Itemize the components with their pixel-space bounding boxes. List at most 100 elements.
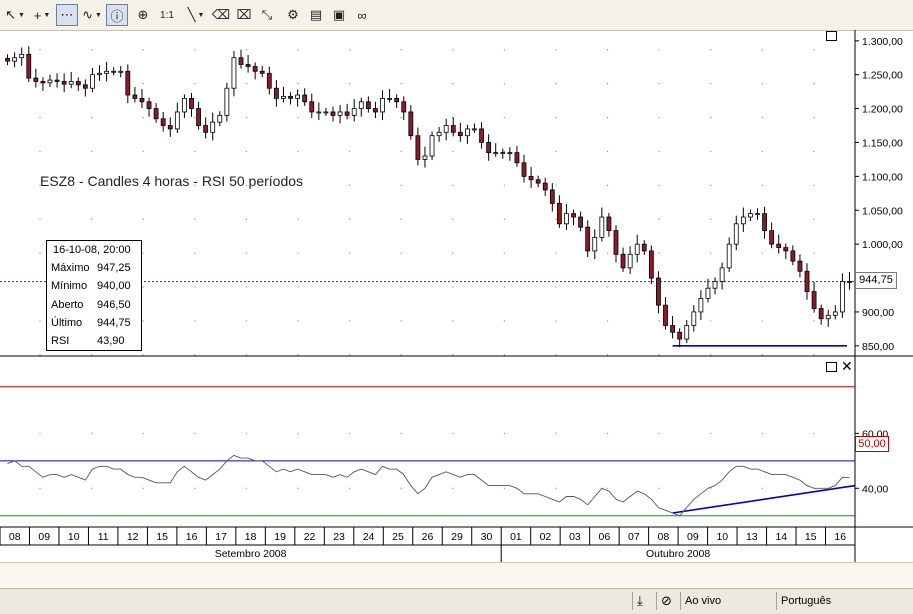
grid-dot	[348, 49, 351, 51]
grid-dot	[761, 286, 764, 288]
link-icon[interactable]: ⊘	[656, 592, 680, 610]
candle	[323, 107, 329, 117]
candle	[797, 254, 803, 278]
horizontal-scrollbar[interactable]	[0, 562, 913, 587]
candle	[238, 49, 244, 69]
candle-body	[698, 297, 704, 313]
indicator-tool-button[interactable]: ∿ ▼	[79, 4, 105, 26]
candle-body	[705, 287, 711, 299]
candle-body	[153, 108, 159, 120]
price-tick-label: 1.250,00	[862, 70, 903, 82]
candle-body	[394, 98, 400, 103]
line-tool-button[interactable]: ╲ ▼	[183, 4, 209, 26]
crosshair-tool-button[interactable]: + ▼	[29, 4, 55, 26]
candle	[670, 316, 675, 339]
candle-body	[75, 81, 81, 86]
objects-tool-button[interactable]: ⚙	[282, 4, 304, 26]
grid-dot	[194, 487, 196, 490]
candle	[97, 65, 102, 81]
candle	[733, 215, 739, 251]
crosshair-tool-icon: +	[33, 7, 42, 23]
grid-dot	[39, 150, 41, 153]
eraser-tool-button[interactable]: ⌫	[210, 4, 232, 26]
link-tool-button[interactable]: ∞	[351, 4, 373, 26]
candle-body	[266, 72, 272, 89]
candle-body	[189, 98, 194, 109]
candle-body	[762, 213, 767, 231]
maximize-rsi-panel-icon[interactable]	[826, 362, 837, 372]
candle-body	[571, 213, 576, 218]
grid-dot	[761, 252, 764, 254]
candle	[33, 68, 39, 88]
candle	[436, 126, 442, 142]
candle-body	[61, 81, 67, 85]
grid-dot	[245, 218, 248, 220]
candle	[351, 99, 357, 122]
info-tool-button[interactable]: ⓘ	[106, 4, 128, 26]
lock-icon[interactable]: ⤓	[632, 592, 656, 610]
grid-dot	[452, 320, 454, 322]
grid-dot	[710, 252, 712, 254]
candle	[634, 234, 640, 263]
grid-dot	[142, 320, 144, 322]
grid-dot	[813, 354, 815, 356]
candle-body	[380, 98, 385, 113]
candle	[47, 74, 53, 87]
close-rsi-panel-icon[interactable]: ✕	[841, 358, 853, 375]
date-label: 24	[363, 531, 375, 543]
candle	[422, 146, 428, 168]
candle	[132, 86, 138, 103]
grid-dot	[400, 218, 402, 220]
grid-dot	[503, 49, 506, 51]
candle	[40, 77, 46, 91]
grid-dot	[245, 49, 248, 51]
grid-dot	[297, 150, 299, 153]
candle-body	[351, 108, 357, 116]
zoom-tool-button[interactable]: ⊕	[132, 4, 154, 26]
eraser-all-button[interactable]: ⌧	[233, 4, 255, 26]
arrows-tool-button[interactable]: ⤡	[256, 4, 278, 26]
candle	[578, 211, 584, 232]
template-tool-button[interactable]: ▤	[305, 4, 327, 26]
candle	[231, 50, 237, 97]
zoom-reset-button[interactable]: 1:1	[155, 4, 179, 26]
grid-dot	[297, 286, 299, 288]
candle	[677, 328, 683, 348]
grid-tool-button[interactable]: ⋯	[56, 4, 78, 26]
candle-body	[564, 213, 569, 225]
candle-body	[847, 281, 852, 283]
grid-dot	[452, 150, 454, 153]
price-tick-label: 850,00	[862, 341, 894, 353]
price-tick-label: 1.200,00	[862, 104, 903, 116]
candle	[259, 65, 265, 78]
candle-body	[47, 79, 53, 84]
chevron-down-icon: ▼	[43, 11, 51, 19]
candle	[82, 79, 88, 97]
candle	[592, 229, 598, 260]
candle	[783, 243, 789, 260]
candle	[266, 66, 272, 95]
info-row: Último 944,75	[47, 314, 141, 332]
cursor-tool-button[interactable]: ↖ ▼	[2, 4, 28, 26]
date-label: 17	[215, 531, 227, 543]
grid-dot	[761, 150, 764, 153]
candle	[90, 67, 95, 93]
grid-dot	[400, 184, 402, 187]
candle-body	[281, 95, 286, 99]
candle-body	[811, 291, 817, 309]
image-tool-button[interactable]: ▣	[328, 4, 350, 26]
rsi-trendline	[672, 484, 856, 514]
maximize-price-panel-icon[interactable]	[826, 31, 837, 41]
date-label: 01	[510, 531, 522, 543]
grid-dot	[658, 354, 660, 356]
date-label: 11	[98, 531, 109, 543]
candle	[380, 90, 385, 121]
candle-body	[535, 179, 541, 184]
grid-dot	[348, 354, 351, 356]
candle	[373, 101, 378, 119]
price-tick-label: 1.050,00	[862, 205, 903, 217]
candle-body	[472, 128, 477, 131]
grid-dot	[90, 218, 93, 220]
grid-dot	[606, 487, 609, 490]
candle-body	[295, 94, 301, 99]
